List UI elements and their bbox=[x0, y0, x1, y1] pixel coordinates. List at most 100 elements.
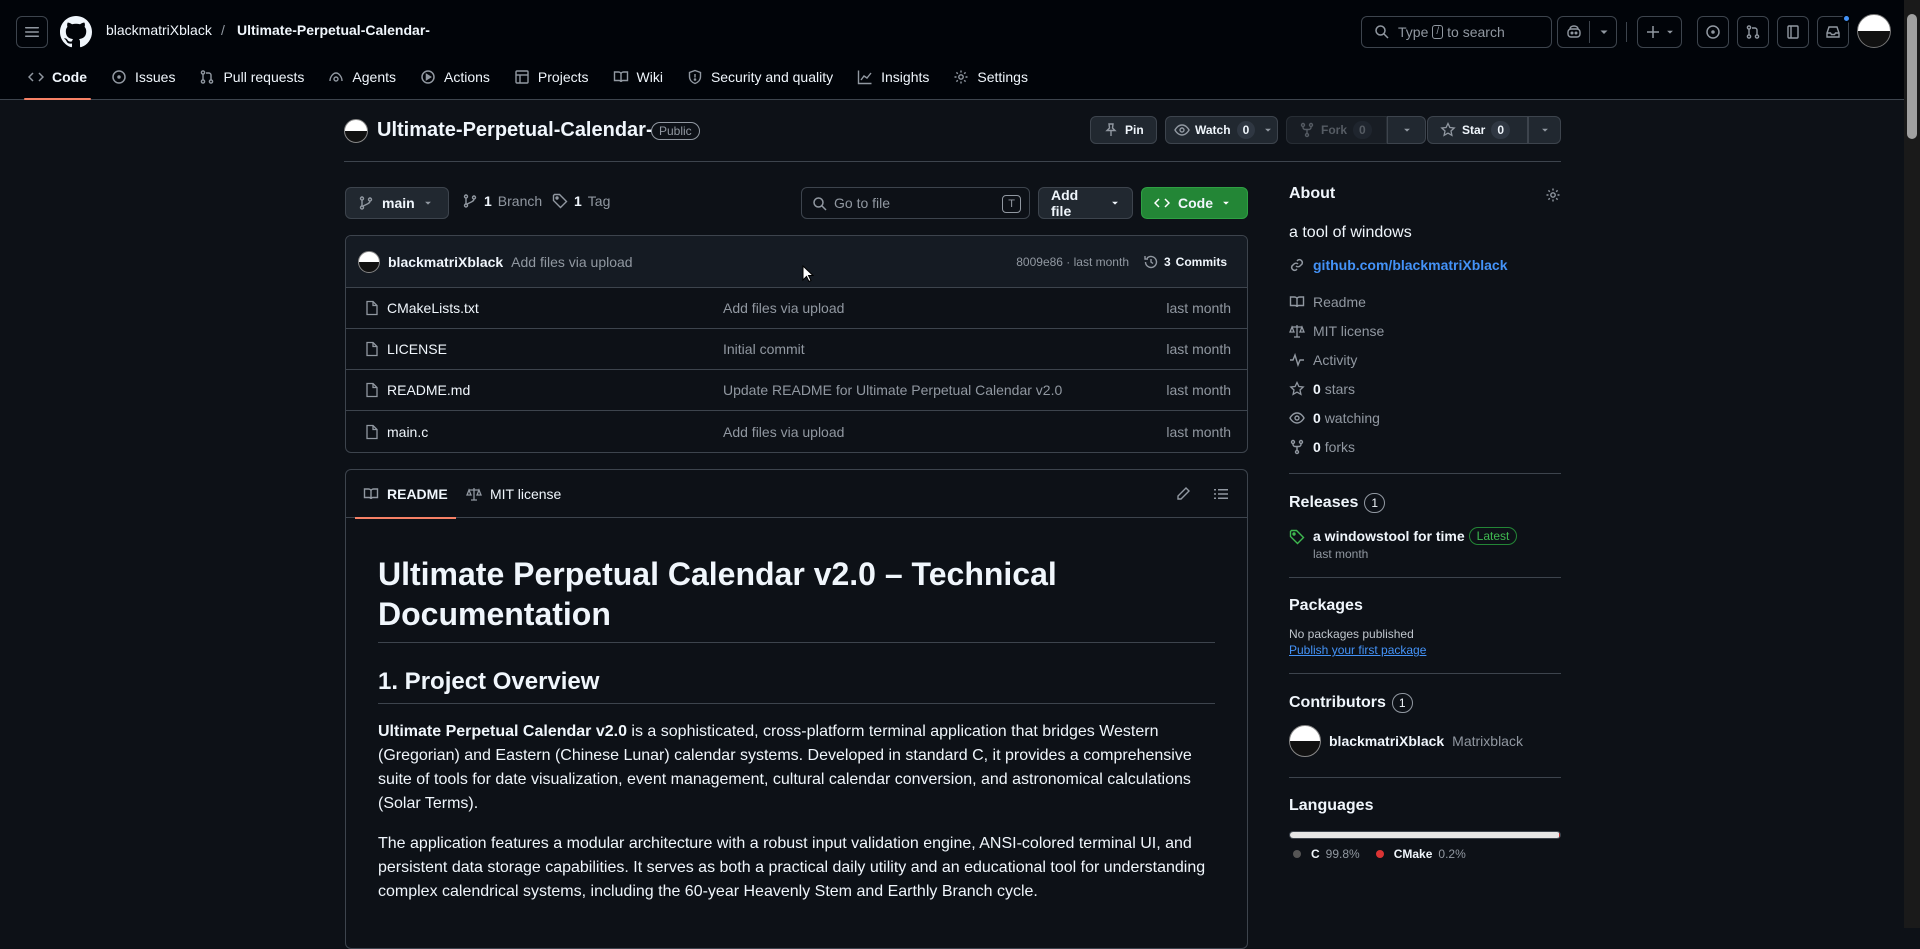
contributor-avatar[interactable] bbox=[1289, 725, 1321, 757]
git-branch-icon bbox=[358, 195, 374, 211]
license-link[interactable]: MIT license bbox=[1289, 316, 1561, 345]
tab-security[interactable]: Security and quality bbox=[675, 60, 845, 94]
tab-actions[interactable]: Actions bbox=[408, 60, 502, 94]
tab-projects[interactable]: Projects bbox=[502, 60, 601, 94]
contributors-heading[interactable]: Contributors 1 bbox=[1289, 693, 1561, 713]
language-color-dot bbox=[1375, 850, 1384, 858]
tab-insights[interactable]: Insights bbox=[845, 60, 941, 94]
search-input[interactable]: Type / to search bbox=[1361, 16, 1552, 48]
scrollbar-thumb[interactable] bbox=[1907, 14, 1917, 139]
commit-message[interactable]: Add files via upload bbox=[511, 254, 632, 270]
search-icon bbox=[812, 196, 828, 212]
release-item[interactable]: a windowstool for time Latest last month bbox=[1289, 527, 1561, 567]
menu-icon[interactable] bbox=[16, 16, 48, 48]
tab-pull-requests[interactable]: Pull requests bbox=[187, 60, 316, 94]
file-row[interactable]: main.c Add files via upload last month bbox=[346, 411, 1247, 452]
git-pull-request-icon bbox=[1745, 24, 1761, 40]
pin-icon bbox=[1103, 122, 1119, 138]
packages-heading[interactable]: Packages bbox=[1289, 597, 1561, 615]
file-commit-message[interactable]: Add files via upload bbox=[723, 300, 844, 316]
about-website[interactable]: github.com/blackmatriXblack bbox=[1289, 250, 1561, 279]
website-link[interactable]: github.com/blackmatriXblack bbox=[1313, 257, 1508, 273]
tab-wiki[interactable]: Wiki bbox=[601, 60, 675, 94]
repo-title[interactable]: Ultimate-Perpetual-Calendar- bbox=[377, 119, 653, 142]
page-scrollbar[interactable] bbox=[1904, 0, 1920, 928]
tab-agents[interactable]: Agents bbox=[316, 60, 408, 94]
create-new-button[interactable] bbox=[1637, 16, 1682, 48]
go-to-file-input[interactable]: Go to file T bbox=[801, 187, 1030, 219]
packages-empty-text: No packages published bbox=[1289, 627, 1414, 641]
pull-requests-shortcut-button[interactable] bbox=[1737, 16, 1769, 48]
add-file-button[interactable]: Add file bbox=[1038, 187, 1133, 219]
search-prefix: Type bbox=[1398, 24, 1429, 40]
watching-link[interactable]: 0 watching bbox=[1289, 403, 1561, 432]
commits-link[interactable]: 3 Commits bbox=[1143, 254, 1227, 270]
language-name: C bbox=[1311, 847, 1320, 861]
file-commit-message[interactable]: Add files via upload bbox=[723, 424, 844, 440]
file-name[interactable]: README.md bbox=[387, 382, 470, 398]
tab-issues-label: Issues bbox=[135, 69, 176, 85]
stars-link[interactable]: 0 stars bbox=[1289, 374, 1561, 403]
chevron-down-icon bbox=[1110, 198, 1120, 208]
commit-hash-time[interactable]: 8009e86 · last month bbox=[1016, 255, 1129, 269]
releases-heading[interactable]: Releases 1 bbox=[1289, 493, 1561, 513]
fork-button[interactable]: Fork 0 bbox=[1286, 116, 1387, 144]
file-commit-message[interactable]: Update README for Ultimate Perpetual Cal… bbox=[723, 382, 1062, 398]
file-row[interactable]: README.md Update README for Ultimate Per… bbox=[346, 370, 1247, 411]
commit-author-avatar[interactable] bbox=[358, 250, 380, 273]
file-row[interactable]: LICENSE Initial commit last month bbox=[346, 329, 1247, 370]
commit-author[interactable]: blackmatriXblack bbox=[388, 254, 503, 270]
fork-count: 0 bbox=[1353, 121, 1372, 139]
contributor-name: Matrixblack bbox=[1452, 733, 1523, 749]
forks-link[interactable]: 0 forks bbox=[1289, 432, 1561, 461]
tab-issues[interactable]: Issues bbox=[99, 60, 187, 94]
tab-readme[interactable]: README bbox=[355, 470, 456, 519]
pencil-icon[interactable] bbox=[1175, 486, 1191, 502]
issues-shortcut-button[interactable] bbox=[1697, 16, 1729, 48]
file-commit-message[interactable]: Initial commit bbox=[723, 341, 805, 357]
contributor-item[interactable]: blackmatriXblack Matrixblack bbox=[1289, 725, 1561, 757]
language-item[interactable]: CMake 0.2% bbox=[1375, 847, 1466, 861]
tab-settings[interactable]: Settings bbox=[941, 60, 1040, 94]
tab-license[interactable]: MIT license bbox=[466, 470, 561, 518]
file-row[interactable]: CMakeLists.txt Add files via upload last… bbox=[346, 288, 1247, 329]
code-button[interactable]: Code bbox=[1141, 187, 1248, 219]
user-avatar[interactable] bbox=[1857, 14, 1891, 48]
tags-link[interactable]: 1 Tag bbox=[552, 193, 610, 209]
release-name[interactable]: a windowstool for time bbox=[1313, 528, 1465, 544]
breadcrumb-owner[interactable]: blackmatriXblack bbox=[106, 22, 212, 38]
copilot-button[interactable] bbox=[1557, 16, 1617, 48]
watch-button[interactable]: Watch 0 bbox=[1165, 116, 1278, 144]
copilot-chevron-down-icon[interactable] bbox=[1598, 26, 1610, 38]
publish-package-link[interactable]: Publish your first package bbox=[1289, 643, 1561, 657]
repo-owner-avatar[interactable] bbox=[344, 119, 368, 143]
notifications-button[interactable] bbox=[1817, 14, 1851, 48]
tab-pull-requests-label: Pull requests bbox=[223, 69, 305, 85]
gear-icon[interactable] bbox=[1545, 187, 1561, 203]
mouse-cursor-icon bbox=[802, 265, 814, 283]
contributor-login[interactable]: blackmatriXblack bbox=[1329, 733, 1444, 749]
file-name[interactable]: CMakeLists.txt bbox=[387, 300, 479, 316]
branches-link[interactable]: 1 Branch bbox=[462, 193, 542, 209]
languages-heading: Languages bbox=[1289, 797, 1374, 814]
breadcrumb-repo[interactable]: Ultimate-Perpetual-Calendar- bbox=[237, 22, 430, 38]
file-name[interactable]: main.c bbox=[387, 424, 428, 440]
fork-dropdown[interactable] bbox=[1387, 116, 1426, 144]
star-button[interactable]: Star 0 bbox=[1427, 116, 1528, 144]
watch-chevron-down-icon bbox=[1263, 125, 1273, 135]
star-dropdown[interactable] bbox=[1528, 116, 1561, 144]
language-list: C 99.8% CMake 0.2% bbox=[1289, 847, 1561, 861]
chevron-down-icon bbox=[1665, 27, 1675, 37]
file-name[interactable]: LICENSE bbox=[387, 341, 447, 357]
repositories-button[interactable] bbox=[1777, 16, 1809, 48]
readme-bold-text: Ultimate Perpetual Calendar v2.0 bbox=[378, 723, 627, 740]
branch-selector[interactable]: main bbox=[345, 187, 449, 219]
language-bar-segment-c bbox=[1290, 832, 1560, 838]
tab-code[interactable]: Code bbox=[16, 60, 99, 100]
readme-link[interactable]: Readme bbox=[1289, 287, 1561, 316]
activity-link[interactable]: Activity bbox=[1289, 345, 1561, 374]
language-item[interactable]: C 99.8% bbox=[1293, 847, 1360, 861]
pin-button[interactable]: Pin bbox=[1090, 116, 1157, 144]
list-unordered-icon[interactable] bbox=[1213, 486, 1229, 502]
github-logo-icon[interactable] bbox=[60, 16, 92, 48]
